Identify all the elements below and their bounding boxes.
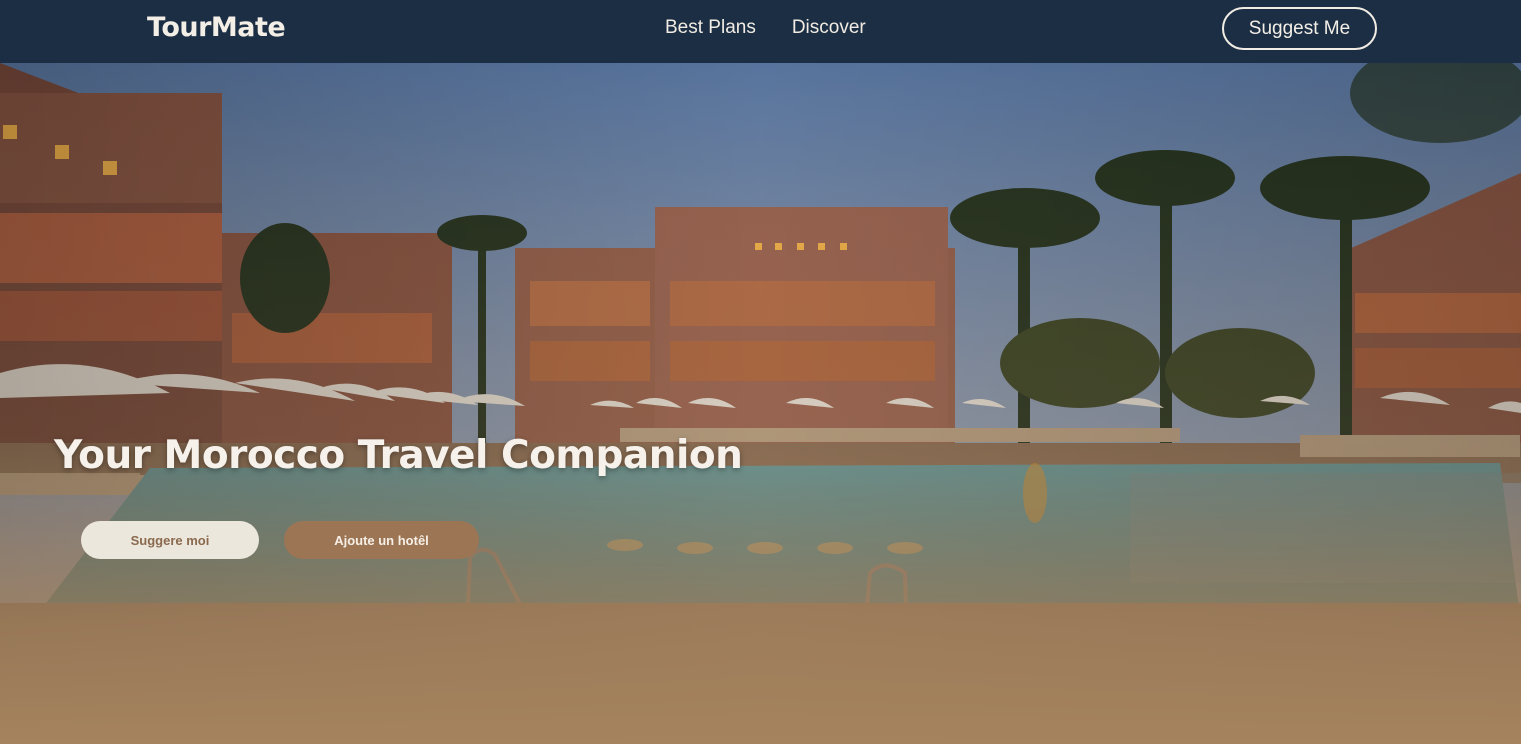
top-navbar: TourMate Best Plans Discover Suggest Me	[0, 0, 1521, 63]
hero-title: Your Morocco Travel Companion	[54, 433, 743, 478]
hero-section: Your Morocco Travel Companion Suggere mo…	[0, 63, 1521, 744]
suggere-moi-button[interactable]: Suggere moi	[81, 521, 259, 559]
brand-logo[interactable]: TourMate	[147, 12, 286, 43]
hero-background-image	[0, 63, 1521, 744]
nav-link-discover[interactable]: Discover	[792, 17, 866, 39]
suggest-me-button[interactable]: Suggest Me	[1222, 7, 1377, 50]
nav-link-best-plans[interactable]: Best Plans	[665, 17, 756, 39]
add-hotel-button[interactable]: Ajoute un hotêl	[284, 521, 479, 559]
nav-links: Best Plans Discover	[665, 17, 866, 39]
